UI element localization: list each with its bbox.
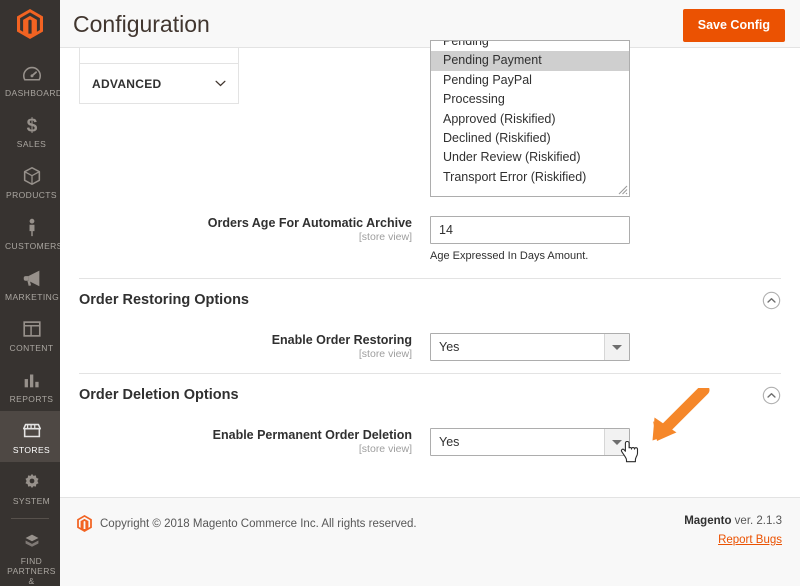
bar-chart-icon [24,374,39,388]
sidebar-item-label: SALES [16,139,47,149]
sidebar-item-label-line2: & EXTENSIONS [28,576,35,586]
section-title: Order Deletion Options [79,387,239,403]
config-nav-item-advanced[interactable]: ADVANCED [79,64,239,104]
save-config-button[interactable]: Save Config [682,9,785,42]
sidebar-item-label: CONTENT [9,343,54,353]
multiselect-option[interactable]: Transport Error (Riskified) [431,168,629,187]
collapse-up-circle-icon[interactable] [762,291,781,310]
sidebar-item-content[interactable]: CONTENT [0,309,60,360]
sidebar-item-dashboard[interactable]: DASHBOARD [0,54,63,105]
admin-page: DASHBOARD $ SALES PRODUCTS CUSTOMERS MAR… [0,0,800,586]
select-value: Yes [439,435,460,449]
field-scope-text: [store view] [358,443,412,455]
page-title: Configuration [73,11,210,37]
enable-order-restoring-control: Yes [430,333,630,361]
magento-logo-icon [17,9,43,39]
order-restoring-section-header: Order Restoring Options [79,278,781,320]
field-label-text: Enable Permanent Order Deletion [212,428,412,442]
multiselect-option[interactable]: Processing [431,90,629,109]
field-scope-text: [store view] [358,231,412,243]
sidebar-item-products[interactable]: PRODUCTS [0,156,60,207]
sidebar-item-sales[interactable]: $ SALES [0,105,60,156]
select-value: Yes [439,340,460,354]
footer-brand: Magento [684,515,732,527]
orders-age-control: Age Expressed In Days Amount. [430,216,630,262]
orders-age-label: Orders Age For Automatic Archive [store … [60,216,422,244]
sidebar-item-label: CUSTOMERS [5,241,63,251]
enable-permanent-order-deletion-select[interactable]: Yes [430,428,630,456]
sidebar-item-label: SYSTEM [12,496,51,506]
sidebar-item-label: PRODUCTS [6,190,57,200]
multiselect-option-selected[interactable]: Pending Payment [431,51,629,71]
orders-age-input[interactable] [430,216,630,244]
order-deletion-section-header: Order Deletion Options [79,373,781,415]
multiselect-option[interactable]: Under Review (Riskified) [431,148,629,167]
layout-icon [22,321,41,337]
config-nav-item-label: ADVANCED [92,76,162,91]
sidebar-item-label: MARKETING [5,292,60,302]
field-label-text: Enable Order Restoring [271,333,412,347]
megaphone-icon [23,270,39,287]
sidebar-item-label: REPORTS [9,394,54,404]
box-icon [23,166,40,186]
chevron-down-icon [215,80,226,87]
sidebar-item-find-partners[interactable]: FIND PARTNERS & EXTENSIONS [0,522,60,586]
report-bugs-link[interactable]: Report Bugs [684,534,782,546]
footer-copyright: Copyright © 2018 Magento Commerce Inc. A… [100,517,417,530]
sidebar-logo[interactable] [0,0,60,48]
sidebar-item-system[interactable]: SYSTEM [0,462,60,513]
page-footer: Copyright © 2018 Magento Commerce Inc. A… [60,497,800,586]
footer-version: Magento ver. 2.1.3 [684,515,782,527]
sidebar-item-reports[interactable]: REPORTS [0,360,60,411]
multiselect-option[interactable]: Approved (Riskified) [431,110,629,129]
enable-order-restoring-label: Enable Order Restoring [store view] [60,333,422,361]
config-nav-item-clipped[interactable] [79,48,239,64]
person-icon [29,218,34,237]
sidebar-item-label-line1: FIND PARTNERS [7,556,56,576]
storefront-icon [22,423,41,438]
footer-version-text: ver. 2.1.3 [731,515,782,527]
section-title: Order Restoring Options [79,292,249,308]
config-nav-column: ADVANCED [79,48,239,104]
sidebar-item-customers[interactable]: CUSTOMERS [0,207,63,258]
caret-down-icon [612,439,622,445]
select-dropdown-button[interactable] [604,429,629,455]
enable-permanent-order-deletion-label: Enable Permanent Order Deletion [store v… [60,428,422,456]
main-sidebar: DASHBOARD $ SALES PRODUCTS CUSTOMERS MAR… [0,0,63,586]
enable-permanent-order-deletion-control: Yes [430,428,630,456]
field-label-text: Orders Age For Automatic Archive [207,216,412,230]
sidebar-item-label: STORES [12,445,51,455]
blocks-icon [25,534,38,547]
multiselect-option[interactable]: Declined (Riskified) [431,129,629,148]
multiselect-option[interactable]: Pending PayPal [431,71,629,90]
footer-right: Magento ver. 2.1.3 Report Bugs [684,515,782,546]
select-dropdown-button[interactable] [604,334,629,360]
sidebar-divider [11,518,49,519]
resize-grip-icon[interactable] [616,183,628,195]
orders-age-note: Age Expressed In Days Amount. [430,250,589,262]
sidebar-item-stores[interactable]: STORES [0,411,60,462]
dollar-icon: $ [26,115,37,136]
collapse-up-circle-icon[interactable] [762,386,781,405]
svg-text:$: $ [26,115,37,136]
order-status-multiselect[interactable]: Pending Pending Payment Pending PayPal P… [430,40,630,197]
sidebar-item-label: DASHBOARD [5,88,63,98]
magento-logo-icon [77,515,92,532]
gear-icon [24,473,39,489]
sidebar-items: DASHBOARD $ SALES PRODUCTS CUSTOMERS MAR… [0,48,63,586]
caret-down-icon [612,344,622,350]
dashboard-icon [22,66,41,81]
enable-order-restoring-select[interactable]: Yes [430,333,630,361]
sidebar-item-marketing[interactable]: MARKETING [0,258,60,309]
multiselect-option[interactable]: Pending [431,41,629,51]
field-scope-text: [store view] [358,348,412,360]
footer-left: Copyright © 2018 Magento Commerce Inc. A… [77,515,417,532]
